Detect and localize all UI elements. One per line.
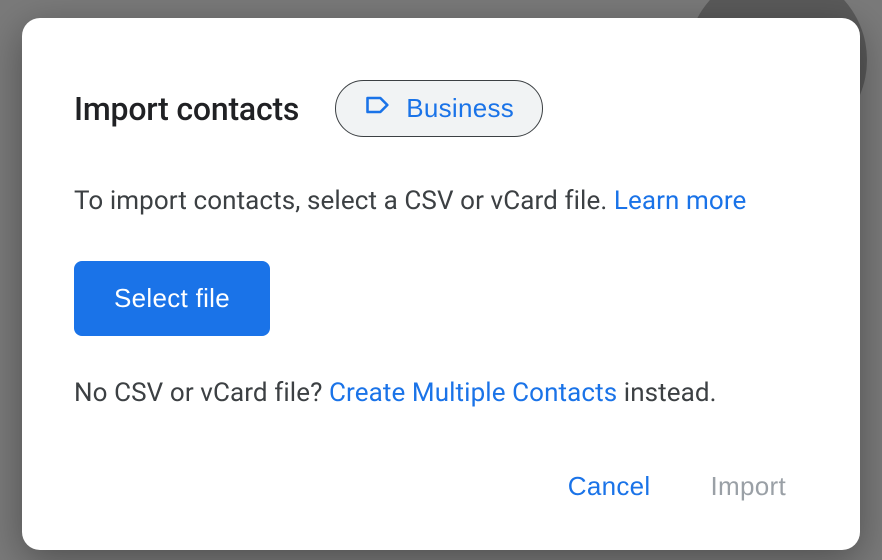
instruction-text: To import contacts, select a CSV or vCar… <box>74 183 808 221</box>
dialog-actions: Cancel Import <box>74 463 808 510</box>
label-icon <box>364 91 392 126</box>
hint-suffix: instead. <box>617 378 716 408</box>
label-selector-chip[interactable]: Business <box>335 80 543 137</box>
label-chip-text: Business <box>406 93 514 124</box>
learn-more-link[interactable]: Learn more <box>614 186 747 216</box>
import-contacts-dialog: Import contacts Business To import conta… <box>22 18 860 550</box>
hint-prefix: No CSV or vCard file? <box>74 378 329 408</box>
import-button: Import <box>707 463 790 510</box>
dialog-header: Import contacts Business <box>74 80 808 137</box>
cancel-button[interactable]: Cancel <box>564 463 655 510</box>
no-file-hint: No CSV or vCard file? Create Multiple Co… <box>74 378 808 408</box>
dialog-title: Import contacts <box>74 90 299 128</box>
select-file-button[interactable]: Select file <box>74 261 270 336</box>
instruction-text-content: To import contacts, select a CSV or vCar… <box>74 186 614 216</box>
create-multiple-contacts-link[interactable]: Create Multiple Contacts <box>329 378 617 408</box>
